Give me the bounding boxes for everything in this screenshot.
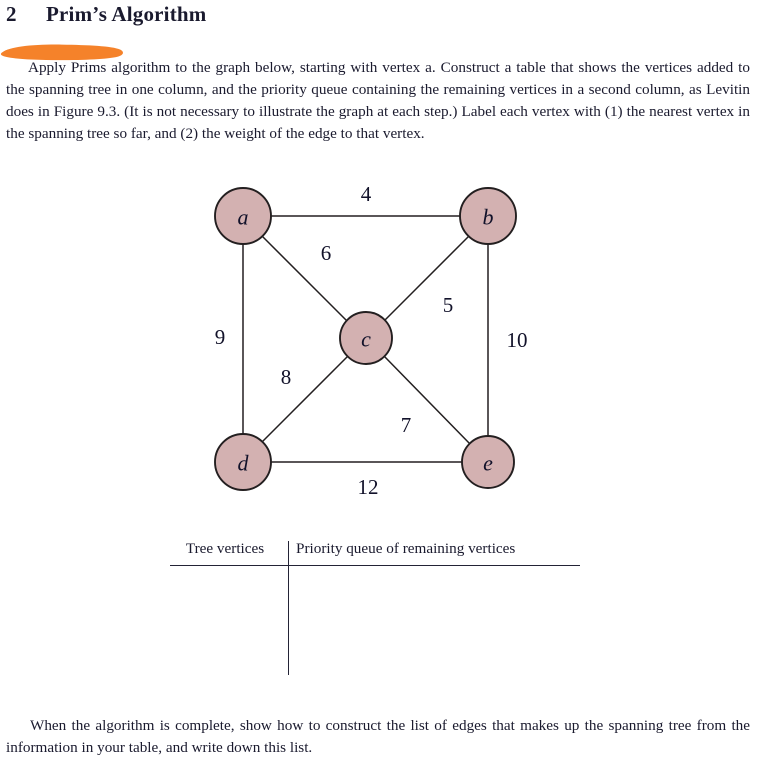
graph-node-label-d: d — [238, 451, 250, 476]
edge-c-d — [261, 355, 349, 443]
graph-node-label-e: e — [483, 451, 493, 476]
table-column-divider — [288, 541, 289, 675]
edge-b-c — [383, 235, 470, 322]
graph-node-label-a: a — [238, 205, 249, 230]
closing-paragraph: When the algorithm is complete, show how… — [6, 715, 750, 759]
edge-weight-b-c: 5 — [443, 293, 454, 317]
edge-weight-b-e: 10 — [507, 328, 528, 352]
edge-c-e — [383, 355, 472, 446]
edge-weight-a-b: 4 — [361, 182, 372, 206]
edge-weight-a-d: 9 — [215, 325, 226, 349]
graph-node-label-b: b — [483, 205, 494, 230]
column-header-tree-vertices: Tree vertices — [185, 540, 265, 557]
edge-weight-c-e: 7 — [401, 413, 412, 437]
section-number: 2 — [6, 2, 17, 26]
graph-node-label-c: c — [361, 327, 371, 352]
edge-a-c — [261, 235, 349, 323]
page-title: 2 Prim’s Algorithm — [6, 2, 746, 27]
weighted-graph-svg: a b c d e 4 6 9 5 10 8 7 12 — [214, 182, 528, 499]
section-title: Prim’s Algorithm — [46, 2, 207, 26]
table-header-row: Tree vertices Priority queue of remainin… — [168, 540, 580, 564]
graph-node-labels: a b c d e — [238, 205, 494, 476]
edge-weight-c-d: 8 — [281, 365, 292, 389]
intro-paragraph: Apply Prims algorithm to the graph below… — [6, 57, 750, 145]
closing-paragraph-text: When the algorithm is complete, show how… — [6, 717, 750, 757]
answer-table: Tree vertices Priority queue of remainin… — [168, 540, 580, 680]
intro-paragraph-text: Apply Prims algorithm to the graph below… — [6, 59, 750, 143]
edge-weight-d-e: 12 — [358, 475, 379, 499]
column-header-priority-queue: Priority queue of remaining vertices — [296, 540, 516, 557]
table-header-rule — [170, 565, 580, 566]
graph-figure: a b c d e 4 6 9 5 10 8 7 12 — [180, 165, 580, 515]
edge-weight-a-c: 6 — [321, 241, 332, 265]
